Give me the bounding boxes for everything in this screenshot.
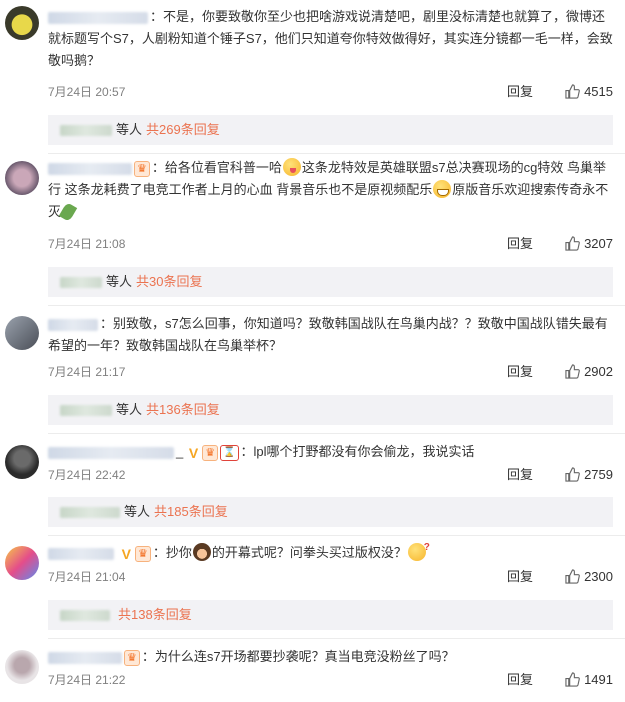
comment-text-a: 给各位看官科普一哈 (164, 160, 282, 175)
comment-content: ：别致敬，s7怎么回事，你知道吗？致敬韩国战队在鸟巢内战？？致敬中国战队错失最有… (48, 316, 608, 353)
username[interactable] (48, 547, 114, 560)
divider (48, 433, 625, 434)
thumbs-up-icon (565, 364, 580, 379)
comment-content: ♛ ：为什么连s7开场都要抄袭呢？真当电竞没粉丝了吗？ (48, 646, 613, 668)
leaf-emoji-icon (58, 202, 78, 222)
replier-names (60, 507, 120, 519)
replier-suffix: 等人 (106, 274, 133, 289)
comment-content: V ♛ ：抄你 的开幕式呢？问拳头买过版权没？ (48, 537, 613, 564)
replier-suffix: 等人 (116, 122, 143, 137)
like-button[interactable]: 1491 (565, 670, 613, 690)
username[interactable] (48, 318, 98, 331)
like-button[interactable]: 2300 (565, 567, 613, 587)
reply-button[interactable]: 回复 (507, 362, 533, 382)
sub-replies: 等人 共30条回复 (48, 267, 613, 297)
like-count: 3207 (584, 236, 613, 251)
replier-suffix: 等人 (124, 504, 151, 519)
reply-button[interactable]: 回复 (507, 465, 533, 485)
sub-replies: 等人 共269条回复 (48, 115, 613, 145)
thumbs-up-icon (565, 569, 580, 584)
like-button[interactable]: 4515 (565, 82, 613, 102)
timestamp: 7月24日 22:42 (48, 468, 126, 482)
username[interactable] (48, 11, 148, 24)
comment-text: 别致敬，s7怎么回事，你知道吗？致敬韩国战队在鸟巢内战？？致敬中国战队错失最有希… (48, 316, 608, 353)
thumbs-up-icon (565, 84, 580, 99)
comment-text: lpl哪个打野都没有你会偷龙，我说实话 (253, 444, 475, 459)
grin-emoji-icon (433, 180, 452, 198)
avatar[interactable] (5, 546, 39, 580)
timestamp: 7月24日 21:17 (48, 365, 126, 379)
timestamp: 7月24日 21:04 (48, 570, 126, 584)
divider (48, 535, 625, 536)
comment-content: ♛ ：给各位看官科普一哈 这条龙特效是英雄联盟s7总决赛现场的cg特效 鸟巢举行 这… (48, 157, 613, 223)
replier-names (60, 610, 110, 622)
avatar[interactable] (5, 445, 39, 479)
like-count: 2902 (584, 364, 613, 379)
reply-button[interactable]: 回复 (507, 82, 533, 102)
comment-content: ：不是，你要致敬你至少也把啥游戏说清楚吧，剧里没标清楚也就算了，微博还就标题写个… (48, 9, 613, 68)
reply-count-link[interactable]: 共136条回复 (146, 402, 220, 417)
reply-count-link[interactable]: 共269条回复 (146, 122, 220, 137)
like-count: 4515 (584, 84, 613, 99)
reply-button[interactable]: 回复 (507, 567, 533, 587)
replier-suffix: 等人 (116, 402, 143, 417)
like-button[interactable]: 2759 (565, 465, 613, 485)
avatar[interactable] (5, 161, 39, 195)
comment-meta: 7月24日 21:17 回复 2902 (48, 362, 613, 382)
like-button[interactable]: 2902 (565, 362, 613, 382)
tongue-emoji-icon (282, 158, 301, 176)
thumbs-up-icon (565, 236, 580, 251)
thumbs-up-icon (565, 672, 580, 687)
avatar[interactable] (5, 6, 39, 40)
timestamp: 7月24日 21:22 (48, 673, 126, 687)
v-badge-icon: V (188, 444, 199, 461)
replier-names (60, 125, 112, 137)
reply-button[interactable]: 回复 (507, 670, 533, 690)
comment-meta: 7月24日 22:42 回复 2759 (48, 465, 613, 485)
like-count: 2300 (584, 569, 613, 584)
hourglass-icon: ⌛ (220, 444, 239, 461)
like-button[interactable]: 3207 (565, 234, 613, 254)
confused-emoji-icon (407, 537, 430, 561)
comment-text-a: 抄你 (165, 545, 192, 560)
like-count: 2759 (584, 467, 613, 482)
username-suffix: _ (176, 444, 184, 459)
avatar[interactable] (5, 316, 39, 350)
timestamp: 7月24日 20:57 (48, 85, 126, 99)
username[interactable] (48, 651, 122, 664)
vip-crown-icon: ♛ (124, 649, 140, 666)
username[interactable] (48, 446, 174, 459)
divider (48, 638, 625, 639)
replier-names (60, 405, 112, 417)
sub-replies: 共138条回复 (48, 600, 613, 630)
girl-emoji-icon (192, 543, 211, 561)
vip-crown-icon: ♛ (202, 444, 219, 461)
like-count: 1491 (584, 672, 613, 687)
comment-content: _ V ♛ ⌛ ：lpl哪个打野都没有你会偷龙，我说实话 (48, 441, 613, 463)
vip-crown-icon: ♛ (134, 545, 151, 562)
vip-crown-icon: ♛ (134, 160, 150, 177)
avatar[interactable] (5, 650, 39, 684)
v-badge-icon: V (121, 545, 131, 562)
comment-meta: 7月24日 21:08 回复 3207 (48, 234, 613, 254)
replier-names (60, 277, 102, 289)
reply-count-link[interactable]: 共185条回复 (154, 504, 228, 519)
reply-count-link[interactable]: 共30条回复 (136, 274, 202, 289)
divider (48, 305, 625, 306)
reply-count-link[interactable]: 共138条回复 (118, 607, 192, 622)
divider (48, 153, 625, 154)
reply-button[interactable]: 回复 (507, 234, 533, 254)
comment-text: 为什么连s7开场都要抄袭呢？真当电竞没粉丝了吗？ (154, 649, 455, 664)
sub-replies: 等人 共136条回复 (48, 395, 613, 425)
comment-meta: 7月24日 21:22 回复 1491 (48, 670, 613, 690)
comment-meta: 7月24日 20:57 回复 4515 (48, 82, 613, 102)
comment-meta: 7月24日 21:04 回复 2300 (48, 567, 613, 587)
sub-replies: 等人 共185条回复 (48, 497, 613, 527)
timestamp: 7月24日 21:08 (48, 237, 126, 251)
username[interactable] (48, 162, 132, 175)
thumbs-up-icon (565, 467, 580, 482)
comment-text-b: 的开幕式呢？问拳头买过版权没？ (211, 545, 407, 560)
